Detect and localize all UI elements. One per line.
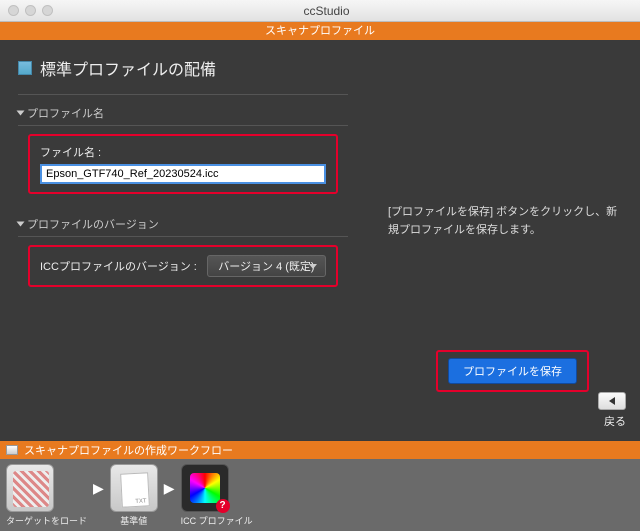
- filename-group: ファイル名 :: [28, 134, 338, 194]
- workflow-step-icc-profile[interactable]: ? ICC プロファイル: [181, 464, 253, 527]
- back-label: 戻る: [598, 413, 626, 429]
- main-content: 標準プロファイルの配備 プロファイル名 ファイル名 : プロファイルのバージョン…: [0, 40, 640, 441]
- version-selected-value: バージョン 4 (既定): [218, 258, 314, 274]
- help-badge-icon: ?: [216, 499, 230, 513]
- filename-input[interactable]: [40, 164, 326, 184]
- step-label: ターゲットをロード: [6, 514, 87, 527]
- workflow-header: スキャナプロファイルの作成ワークフロー: [0, 441, 640, 459]
- divider: [18, 94, 348, 95]
- workflow-step-load-target[interactable]: ターゲットをロード: [6, 464, 87, 527]
- info-text: [プロファイルを保存] ボタンをクリックし、新規プロファイルを保存します。: [388, 204, 618, 239]
- section-header-label: プロファイル名: [27, 105, 104, 121]
- back-arrow-icon: [609, 397, 615, 405]
- page-icon: [18, 61, 32, 75]
- section-header-profile-name[interactable]: プロファイル名: [18, 105, 348, 126]
- zoom-window-button[interactable]: [42, 5, 53, 16]
- page-title: 標準プロファイルの配備: [40, 56, 216, 80]
- window-title: ccStudio: [53, 4, 600, 18]
- workflow-title: スキャナプロファイルの作成ワークフロー: [24, 442, 233, 458]
- version-group: ICCプロファイルのバージョン : バージョン 4 (既定): [28, 245, 338, 287]
- section-header-label: プロファイルのバージョン: [27, 216, 159, 232]
- disclosure-triangle-icon: [17, 222, 25, 227]
- workflow-step-reference[interactable]: 基準値: [110, 464, 158, 527]
- close-window-button[interactable]: [8, 5, 19, 16]
- disclosure-triangle-icon: [17, 111, 25, 116]
- minimize-window-button[interactable]: [25, 5, 36, 16]
- back-button[interactable]: [598, 392, 626, 410]
- traffic-lights: [8, 5, 53, 16]
- version-select[interactable]: バージョン 4 (既定): [207, 255, 326, 277]
- step-label: ICC プロファイル: [181, 514, 253, 527]
- workflow-steps: ターゲットをロード ▶ 基準値 ▶ ? ICC プロファイル: [0, 459, 640, 531]
- step-label: 基準値: [110, 514, 158, 527]
- step-arrow-icon: ▶: [93, 480, 104, 497]
- subheader-bar: スキャナプロファイル: [0, 22, 640, 40]
- save-button-highlight: プロファイルを保存: [436, 350, 589, 392]
- save-profile-button[interactable]: プロファイルを保存: [448, 358, 577, 384]
- filename-label: ファイル名 :: [40, 144, 326, 160]
- back-navigation: 戻る: [598, 392, 626, 429]
- step-arrow-icon: ▶: [164, 480, 175, 497]
- section-header-profile-version[interactable]: プロファイルのバージョン: [18, 216, 348, 237]
- workflow-icon: [6, 445, 18, 455]
- version-label: ICCプロファイルのバージョン :: [40, 258, 197, 274]
- window-titlebar: ccStudio: [0, 0, 640, 22]
